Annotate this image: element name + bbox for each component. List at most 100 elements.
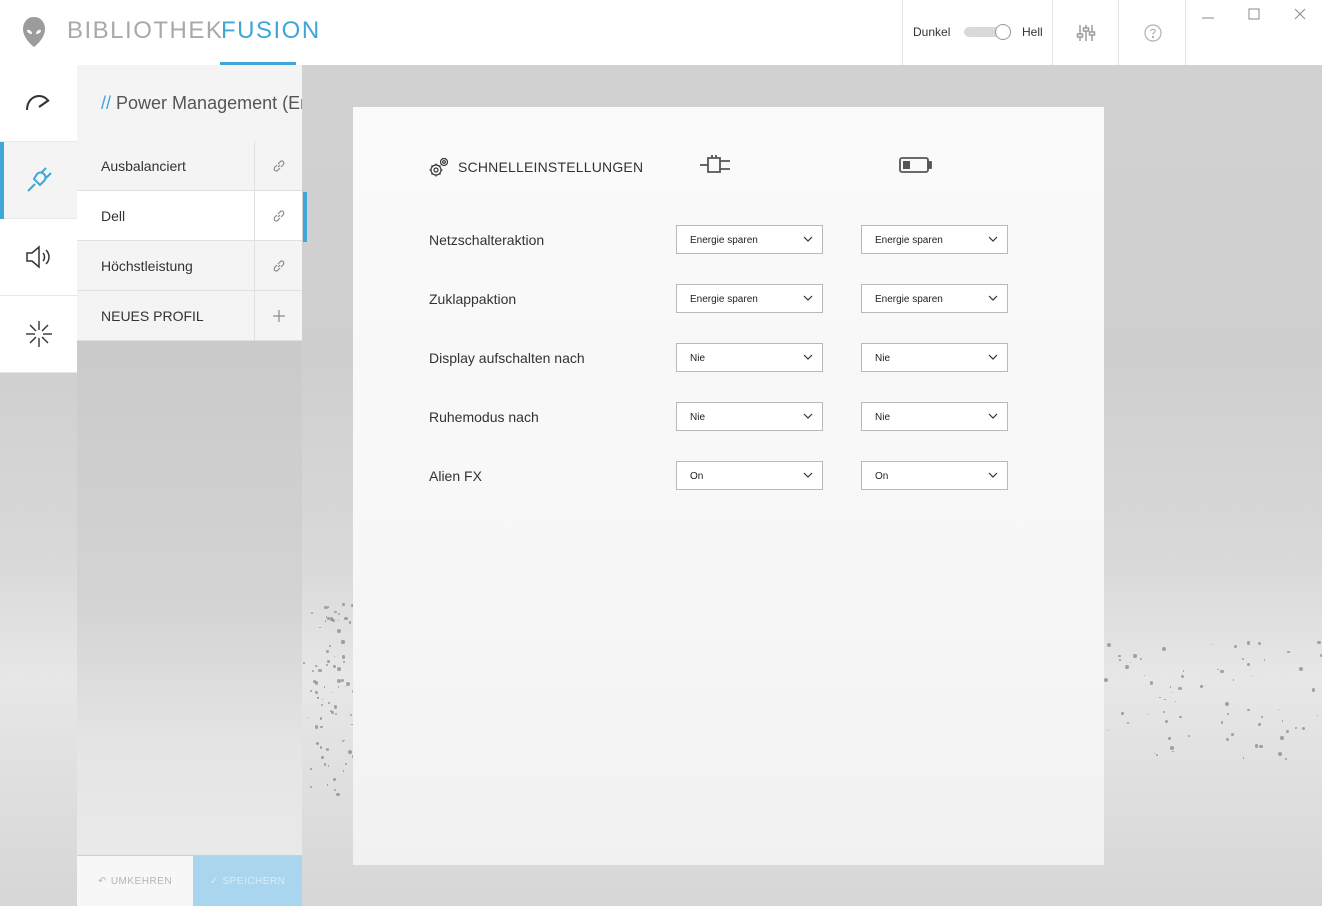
performance-gauge-icon [25, 94, 52, 111]
on-battery-select[interactable]: On [861, 461, 1008, 490]
chevron-down-icon [988, 295, 998, 301]
select-value: Energie sparen [875, 294, 943, 305]
profile-link-button[interactable] [254, 141, 302, 190]
speckle-dot [1164, 719, 1169, 724]
speaker-icon [25, 245, 50, 269]
plugged-in-select[interactable]: Nie [676, 402, 823, 431]
speckle-dot [1317, 714, 1319, 716]
on-battery-select[interactable]: Nie [861, 343, 1008, 372]
profile-label: Höchstleistung [101, 258, 193, 274]
speckle-dot [1171, 691, 1174, 693]
chevron-down-icon [803, 295, 813, 301]
profile-item-new[interactable]: NEUES PROFIL [77, 291, 302, 341]
speckle-dot [319, 717, 323, 720]
speckle-dot [1156, 753, 1159, 756]
left-nav-rail [0, 65, 77, 373]
profile-label: Ausbalanciert [101, 158, 186, 174]
link-icon [273, 259, 284, 272]
speckle-dot [1227, 713, 1229, 715]
profile-link-button[interactable] [254, 191, 302, 240]
speckle-dot [1125, 665, 1129, 670]
setting-label: Alien FX [429, 468, 482, 484]
speckle-dot [324, 763, 327, 766]
speckle-dot [1133, 654, 1137, 658]
speckle-dot [314, 690, 318, 694]
speckle-dot [1254, 744, 1259, 748]
speckle-dot [316, 665, 319, 668]
plugged-in-select[interactable]: On [676, 461, 823, 490]
speckle-dot [1280, 736, 1284, 740]
select-value: On [690, 471, 704, 482]
speckle-dot [333, 778, 336, 781]
profile-item-ausbalanciert[interactable]: Ausbalanciert [77, 141, 302, 191]
speckle-dot [1159, 696, 1161, 699]
speckle-dot [1200, 685, 1203, 688]
settings-mixer-button[interactable] [1053, 0, 1119, 65]
rail-item-performance[interactable] [0, 65, 77, 142]
maximize-button[interactable] [1243, 4, 1265, 24]
plugged-in-select[interactable]: Energie sparen [676, 284, 823, 313]
profile-label: NEUES PROFIL [101, 308, 204, 324]
lighting-icon [25, 321, 52, 347]
speckle-dot [320, 704, 323, 707]
revert-button[interactable]: ↶ UMKEHREN [77, 856, 193, 906]
close-button[interactable] [1289, 4, 1311, 24]
speckle-dot [1263, 659, 1266, 661]
speckle-dot [1211, 643, 1214, 645]
on-battery-select[interactable]: Nie [861, 402, 1008, 431]
tab-library[interactable]: BIBLIOTHEK [67, 17, 223, 45]
help-icon [1143, 23, 1162, 42]
minimize-button[interactable] [1197, 4, 1219, 24]
tab-fusion[interactable]: FUSION [221, 17, 321, 45]
setting-label: Ruhemodus nach [429, 409, 539, 425]
speckle-dot [1106, 729, 1109, 731]
speckle-dot [1182, 670, 1184, 672]
speckle-dot [334, 610, 338, 614]
on-battery-select[interactable]: Energie sparen [861, 225, 1008, 254]
add-profile-button[interactable] [254, 291, 302, 340]
profile-item-dell[interactable]: Dell [77, 191, 302, 241]
speckle-dot [328, 701, 330, 704]
toggle-knob [995, 24, 1011, 40]
speckle-dot [1168, 737, 1172, 740]
speckle-dot [324, 620, 327, 622]
speckle-dot [333, 788, 337, 792]
save-button[interactable]: ✓ SPEICHERN [193, 856, 302, 906]
rail-item-lighting[interactable] [0, 296, 77, 373]
alien-logo-icon [23, 17, 45, 47]
speckle-dot [310, 690, 312, 692]
speckle-dot [336, 628, 341, 633]
speckle-dot [1257, 641, 1261, 645]
speckle-dot [344, 762, 348, 766]
speckle-dot [1169, 686, 1172, 689]
speckle-dot [319, 626, 321, 629]
on-battery-select[interactable]: Energie sparen [861, 284, 1008, 313]
title-bar: BIBLIOTHEK FUSION Dunkel Hell [0, 0, 1322, 65]
speckle-dot [341, 739, 345, 743]
theme-toggle[interactable] [964, 24, 1011, 40]
rail-item-power[interactable] [0, 142, 77, 219]
revert-label: UMKEHREN [110, 875, 173, 887]
speckle-dot [1121, 712, 1124, 715]
speckle-dot [317, 696, 320, 699]
rail-active-indicator [0, 142, 4, 219]
speckle-dot [1104, 677, 1109, 682]
speckle-dot [1179, 715, 1182, 719]
speckle-dot [1171, 750, 1174, 753]
speckle-dot [327, 784, 329, 786]
profile-link-button[interactable] [254, 241, 302, 290]
speckle-dot [348, 621, 352, 624]
speckle-dot [323, 686, 325, 688]
link-icon [273, 209, 284, 222]
gears-icon [429, 157, 449, 177]
help-button[interactable] [1120, 0, 1186, 65]
plugged-in-select[interactable]: Nie [676, 343, 823, 372]
profile-item-hoechstleistung[interactable]: Höchstleistung [77, 241, 302, 291]
speckle-dot [1284, 758, 1287, 761]
rail-item-audio[interactable] [0, 219, 77, 296]
speckle-dot [341, 655, 346, 659]
plugged-in-select[interactable]: Energie sparen [676, 225, 823, 254]
speckle-dot [1242, 757, 1245, 759]
speckle-dot [327, 606, 330, 609]
speckle-dot [1220, 721, 1224, 724]
